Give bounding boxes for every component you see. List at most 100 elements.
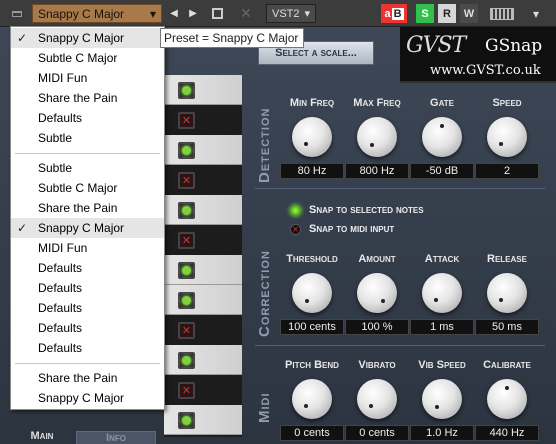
knob-threshold[interactable]: Threshold 100 cents [277, 253, 347, 343]
preset-menu-item[interactable]: Subtle [11, 128, 164, 148]
note-enabled-led-icon[interactable] [178, 202, 195, 219]
knob-dial[interactable] [292, 273, 332, 313]
knob-value: 800 Hz [345, 163, 409, 179]
plugin-type-dropdown[interactable]: VST2 ▾ [266, 4, 316, 23]
preset-menu-item[interactable]: Defaults [11, 258, 164, 278]
preset-menu-item[interactable]: Snappy C Major [11, 388, 164, 408]
knob-dial[interactable] [487, 379, 527, 419]
toolbar-more-button[interactable]: ▾ [526, 4, 546, 23]
preset-menu-item-label: Subtle [38, 161, 73, 175]
knob-label: Vibrato [358, 359, 396, 371]
note-enabled-led-icon[interactable] [178, 262, 195, 279]
note-row [164, 255, 242, 285]
plugin-menu-icon[interactable] [8, 4, 26, 23]
save-preset-button[interactable] [207, 4, 227, 23]
remove-plugin-button[interactable]: ✕ [236, 4, 256, 23]
preset-menu-item-label: Defaults [38, 281, 83, 295]
knob-dial[interactable] [487, 117, 527, 157]
menu-separator [15, 153, 160, 154]
note-enabled-led-icon[interactable] [178, 82, 195, 99]
knob-release[interactable]: Release 50 ms [472, 253, 542, 343]
note-disabled-icon[interactable]: ✕ [178, 232, 195, 249]
preset-menu-item[interactable]: Defaults [11, 108, 164, 128]
preset-menu-item[interactable]: Subtle C Major [11, 48, 164, 68]
preset-menu-item[interactable]: Share the Pain [11, 198, 164, 218]
tab-main[interactable]: Main [16, 430, 68, 444]
chevron-down-icon: ▾ [532, 6, 540, 21]
preset-menu-item[interactable]: Defaults [11, 338, 164, 358]
preset-menu-item[interactable]: Subtle C Major [11, 178, 164, 198]
knob-value: 80 Hz [280, 163, 344, 179]
snap-to-midi-input-radio[interactable]: ✕ Snap to midi input [290, 221, 394, 237]
preset-tooltip: Preset = Snappy C Major [160, 28, 304, 48]
knob-dial[interactable] [292, 379, 332, 419]
knob-value: 0 cents [280, 425, 344, 441]
knob-dial[interactable] [422, 379, 462, 419]
ab-label-b: B [391, 7, 404, 20]
preset-menu-item[interactable]: MIDI Fun [11, 238, 164, 258]
preset-menu-item[interactable]: ✓ Snappy C Major [11, 28, 164, 48]
note-enabled-led-icon[interactable] [178, 142, 195, 159]
knob-dial[interactable] [357, 379, 397, 419]
note-disabled-icon[interactable]: ✕ [178, 172, 195, 189]
section-divider [255, 188, 545, 189]
ab-compare-button[interactable]: aB [381, 4, 407, 23]
preset-menu-item-label: Defaults [38, 321, 83, 335]
preset-menu-item[interactable]: Defaults [11, 298, 164, 318]
knob-dial[interactable] [422, 273, 462, 313]
preset-menu-item[interactable]: Defaults [11, 318, 164, 338]
preset-dropdown[interactable]: Snappy C Major ▾ [32, 4, 162, 23]
preset-menu-item[interactable]: ✓ Snappy C Major [11, 218, 164, 238]
knob-calibrate[interactable]: Calibrate 440 Hz [472, 359, 542, 444]
knob-dial[interactable] [487, 273, 527, 313]
knob-amount[interactable]: Amount 100 % [342, 253, 412, 343]
preset-menu-item-label: MIDI Fun [38, 71, 88, 85]
snap-to-selected-notes-radio[interactable]: Snap to selected notes [290, 202, 424, 218]
previous-preset-button[interactable]: ◀ [167, 4, 181, 23]
tab-info[interactable]: Info [76, 431, 156, 444]
note-enabled-led-icon[interactable] [178, 412, 195, 429]
chevron-down-icon: ▾ [149, 6, 156, 21]
knob-gate[interactable]: Gate -50 dB [407, 97, 477, 187]
note-row: ✕ [164, 225, 242, 255]
preset-menu-item[interactable]: Share the Pain [11, 88, 164, 108]
knob-dial[interactable] [357, 273, 397, 313]
knob-label: Gate [430, 97, 454, 109]
knob-value: 440 Hz [475, 425, 539, 441]
menu-separator [15, 363, 160, 364]
preset-dropdown-menu: ✓ Snappy C Major Subtle C Major MIDI Fun Sha… [10, 26, 165, 410]
preset-menu-item[interactable]: Share the Pain [11, 368, 164, 388]
knob-pitch-bend[interactable]: Pitch Bend 0 cents [277, 359, 347, 444]
note-row [164, 405, 242, 435]
section-label-midi: Midi [256, 392, 273, 423]
preset-menu-item-label: Defaults [38, 301, 83, 315]
note-disabled-icon[interactable]: ✕ [178, 382, 195, 399]
note-disabled-icon[interactable]: ✕ [178, 322, 195, 339]
note-enabled-led-icon[interactable] [178, 292, 195, 309]
knob-attack[interactable]: Attack 1 ms [407, 253, 477, 343]
preset-menu-item[interactable]: Defaults [11, 278, 164, 298]
knob-vibrato[interactable]: Vibrato 0 cents [342, 359, 412, 444]
knob-min-freq[interactable]: Min Freq 80 Hz [277, 97, 347, 187]
knob-dial[interactable] [357, 117, 397, 157]
knob-speed[interactable]: Speed 2 [472, 97, 542, 187]
knob-label: Attack [424, 253, 460, 265]
next-preset-button[interactable]: ▶ [186, 4, 200, 23]
knob-value: 0 cents [345, 425, 409, 441]
knob-label: Release [487, 253, 527, 265]
preset-menu-item-label: Share the Pain [38, 91, 118, 105]
sidechain-button[interactable]: S [416, 4, 434, 23]
knob-vib-speed[interactable]: Vib Speed 1.0 Hz [407, 359, 477, 444]
preset-menu-item[interactable]: MIDI Fun [11, 68, 164, 88]
write-automation-button[interactable]: W [460, 4, 478, 23]
logo-product-name: GSnap [485, 36, 543, 56]
knob-max-freq[interactable]: Max Freq 800 Hz [342, 97, 412, 187]
preset-menu-item[interactable]: Subtle [11, 158, 164, 178]
knob-dial[interactable] [422, 117, 462, 157]
knob-dial[interactable] [292, 117, 332, 157]
read-automation-button[interactable]: R [438, 4, 456, 23]
note-enabled-led-icon[interactable] [178, 352, 195, 369]
gvst-logo: GVST GSnap www.GVST.co.uk [400, 27, 556, 83]
keyboard-focus-button[interactable] [488, 4, 516, 23]
note-disabled-icon[interactable]: ✕ [178, 112, 195, 129]
